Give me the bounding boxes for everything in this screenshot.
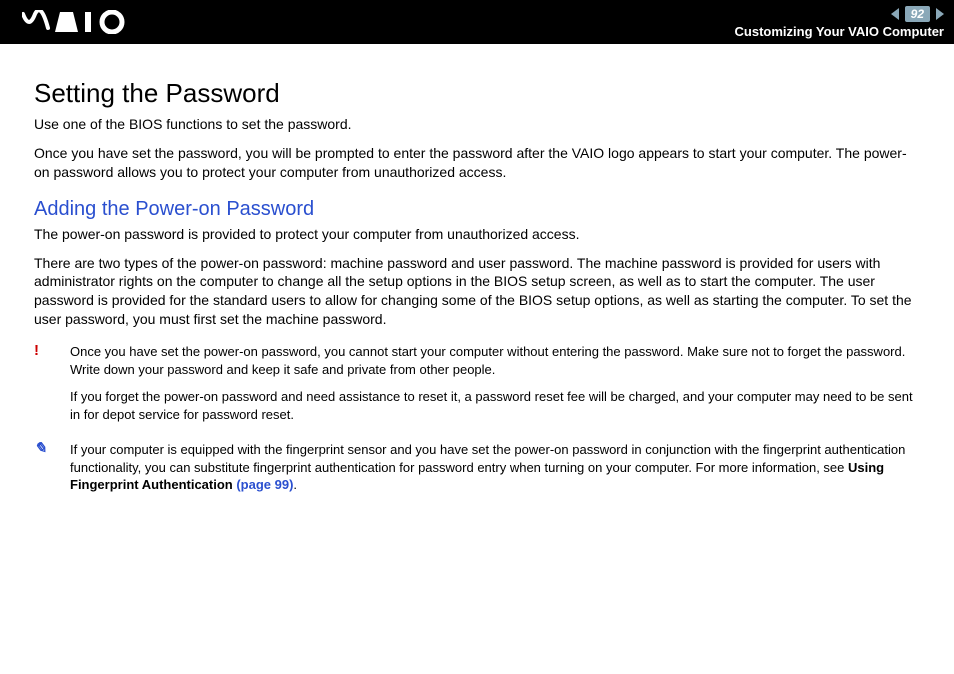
warning-text-2: If you forget the power-on password and … [34, 388, 920, 423]
prev-page-icon[interactable] [891, 8, 899, 20]
vaio-logo [22, 10, 132, 34]
header-right: 92 Customizing Your VAIO Computer [735, 6, 944, 39]
section-paragraph-1: The power-on password is provided to pro… [34, 225, 920, 244]
page-content: Setting the Password Use one of the BIOS… [0, 44, 954, 514]
tip-link[interactable]: (page 99) [233, 477, 294, 492]
page-number-badge: 92 [905, 6, 930, 22]
tip-text: If your computer is equipped with the fi… [70, 442, 905, 492]
tip-note: ✎ If your computer is equipped with the … [34, 441, 920, 494]
pen-icon: ✎ [34, 439, 47, 459]
header-bar: 92 Customizing Your VAIO Computer [0, 0, 954, 44]
page-title: Setting the Password [34, 78, 920, 109]
warning-text-1: Once you have set the power-on password,… [70, 344, 905, 377]
next-page-icon[interactable] [936, 8, 944, 20]
tip-text-pre: If your computer is equipped with the fi… [70, 442, 905, 475]
intro-paragraph-1: Use one of the BIOS functions to set the… [34, 115, 920, 134]
section-heading: Adding the Power-on Password [34, 198, 920, 221]
intro-paragraph-2: Once you have set the password, you will… [34, 144, 920, 182]
page-navigator: 92 [891, 6, 944, 22]
warning-note: ! Once you have set the power-on passwor… [34, 343, 920, 378]
section-paragraph-2: There are two types of the power-on pass… [34, 254, 920, 330]
tip-text-post: . [293, 477, 297, 492]
alert-icon: ! [34, 341, 39, 361]
breadcrumb: Customizing Your VAIO Computer [735, 24, 944, 39]
